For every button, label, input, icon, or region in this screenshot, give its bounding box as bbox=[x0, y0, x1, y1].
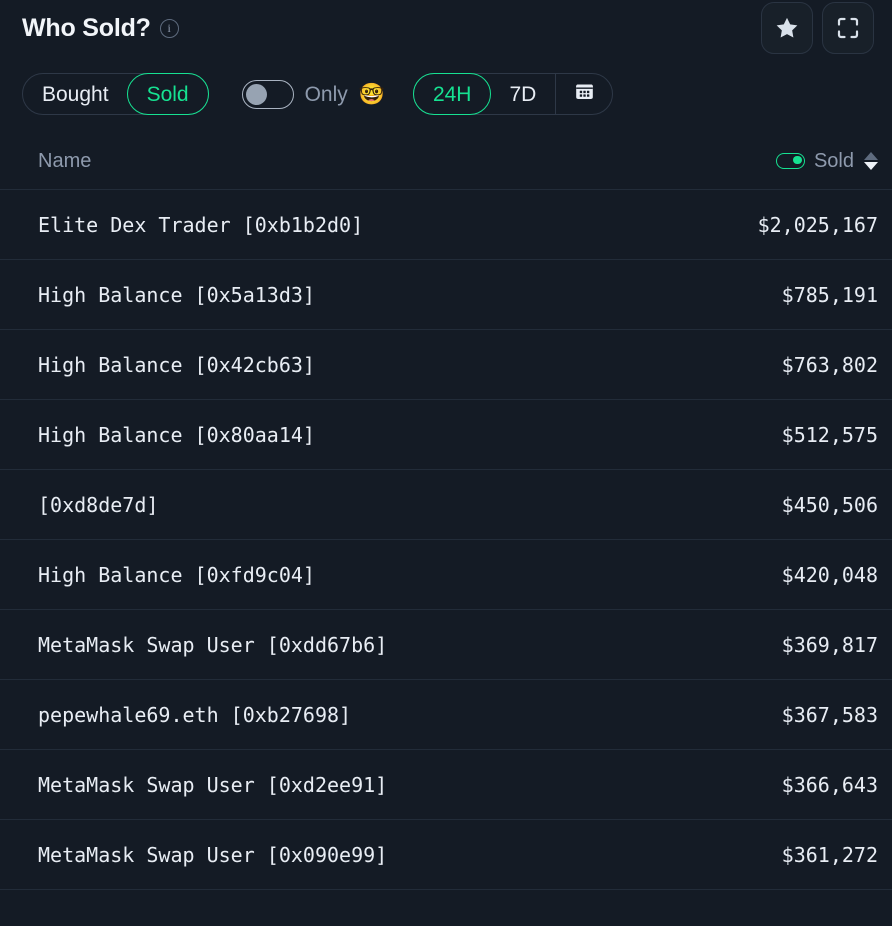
table-row[interactable]: High Balance [0x42cb63] $763,802 bbox=[0, 330, 892, 400]
table-row[interactable]: MetaMask Swap User [0x090e99] $361,272 bbox=[0, 820, 892, 890]
favorite-button[interactable] bbox=[761, 2, 813, 54]
row-value: $763,802 bbox=[781, 352, 878, 377]
row-name: High Balance [0x42cb63] bbox=[38, 352, 315, 377]
mini-toggle-knob bbox=[793, 155, 802, 165]
panel-header: Who Sold? i bbox=[0, 0, 892, 56]
row-name: MetaMask Swap User [0xdd67b6] bbox=[38, 632, 388, 657]
row-value: $420,048 bbox=[781, 562, 878, 587]
row-name: [0xd8de7d] bbox=[38, 492, 159, 517]
column-header-name[interactable]: Name bbox=[38, 151, 91, 171]
row-name: MetaMask Swap User [0x090e99] bbox=[38, 842, 388, 867]
row-name: High Balance [0x5a13d3] bbox=[38, 282, 315, 307]
header-actions bbox=[761, 2, 874, 54]
column-header-sold[interactable]: Sold bbox=[775, 149, 878, 172]
row-value: $361,272 bbox=[781, 842, 878, 867]
custom-date-button[interactable] bbox=[556, 74, 612, 114]
sold-value-toggle[interactable] bbox=[775, 152, 805, 169]
only-toggle-switch[interactable] bbox=[241, 79, 294, 109]
table-row[interactable]: MetaMask Swap User [0xd2ee91] $366,643 bbox=[0, 750, 892, 820]
only-label: Only bbox=[304, 82, 348, 106]
page-title: Who Sold? bbox=[22, 13, 151, 42]
table-header-row: Name Sold bbox=[0, 132, 892, 190]
row-value: $367,583 bbox=[781, 702, 878, 727]
leaderboard-table: Name Sold Elite Dex Trader [0xb1b2d0] $2,… bbox=[0, 132, 892, 926]
row-value: $512,575 bbox=[781, 422, 878, 447]
range-7d-button[interactable]: 7D bbox=[489, 73, 556, 115]
row-value: $2,025,167 bbox=[757, 212, 878, 237]
panel-toolbar: Bought Sold Only 🤓 24H 7D bbox=[0, 56, 892, 132]
info-icon[interactable]: i bbox=[159, 18, 179, 38]
row-value: $366,643 bbox=[781, 772, 878, 797]
filter-sold-button[interactable]: Sold bbox=[126, 73, 209, 115]
row-name: High Balance [0xfd9c04] bbox=[38, 562, 315, 587]
row-name: pepewhale69.eth [0xb27698] bbox=[38, 702, 352, 727]
table-row[interactable]: Elite Dex Trader [0xb1b2d0] $2,025,167 bbox=[0, 190, 892, 260]
table-row[interactable]: High Balance [0xfd9c04] $420,048 bbox=[0, 540, 892, 610]
side-filter-group: Bought Sold bbox=[22, 73, 209, 115]
table-row[interactable]: MetaMask Swap User [0xdd67b6] $369,817 bbox=[0, 610, 892, 680]
row-name: High Balance [0x80aa14] bbox=[38, 422, 315, 447]
sort-asc-icon bbox=[864, 151, 878, 160]
nerd-face-icon: 🤓 bbox=[358, 82, 385, 106]
sort-desc-icon bbox=[864, 161, 878, 170]
table-row[interactable]: High Balance [0x80aa14] $512,575 bbox=[0, 400, 892, 470]
row-name: Elite Dex Trader [0xb1b2d0] bbox=[38, 212, 364, 237]
title-group: Who Sold? i bbox=[22, 13, 179, 42]
only-filter-group: Only 🤓 bbox=[241, 79, 385, 109]
time-range-group: 24H 7D bbox=[412, 73, 614, 115]
row-name: MetaMask Swap User [0xd2ee91] bbox=[38, 772, 388, 797]
column-header-sold-label: Sold bbox=[813, 149, 854, 172]
expand-button[interactable] bbox=[822, 2, 874, 54]
row-value: $785,191 bbox=[781, 282, 878, 307]
filter-bought-button[interactable]: Bought bbox=[22, 73, 129, 115]
calendar-icon bbox=[574, 81, 595, 107]
table-row[interactable]: [0xd8de7d] $450,506 bbox=[0, 470, 892, 540]
who-sold-panel: Who Sold? i Bought Sold Only 🤓 24H 7D Na… bbox=[0, 0, 892, 926]
table-row[interactable]: pepewhale69.eth [0xb27698] $367,583 bbox=[0, 680, 892, 750]
row-value: $450,506 bbox=[781, 492, 878, 517]
row-value: $369,817 bbox=[781, 632, 878, 657]
range-24h-button[interactable]: 24H bbox=[412, 73, 492, 115]
table-row[interactable]: High Balance [0x5a13d3] $785,191 bbox=[0, 260, 892, 330]
toggle-knob bbox=[245, 83, 267, 105]
sort-arrows-icon[interactable] bbox=[864, 151, 878, 170]
table-body: Elite Dex Trader [0xb1b2d0] $2,025,167 Hig… bbox=[0, 190, 892, 926]
star-icon bbox=[774, 15, 800, 41]
expand-icon bbox=[836, 16, 860, 40]
